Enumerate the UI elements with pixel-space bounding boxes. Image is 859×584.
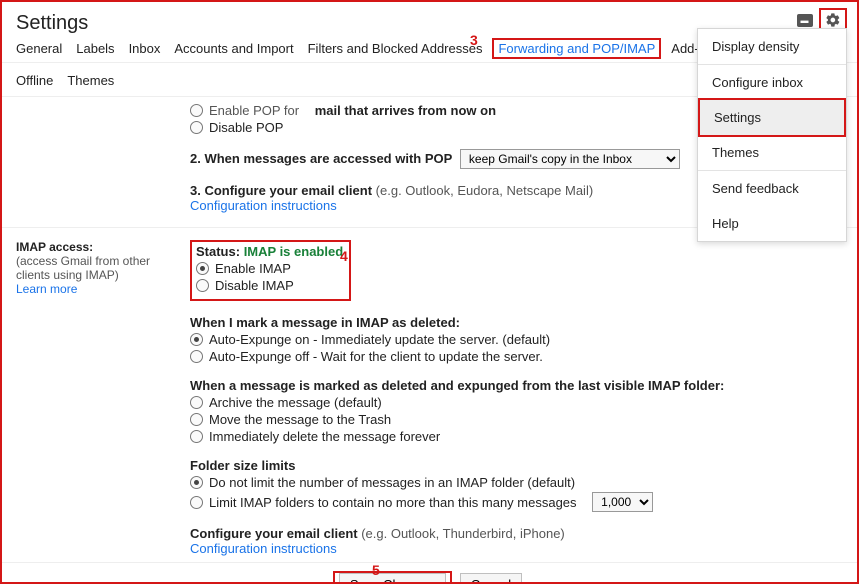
menu-display-density[interactable]: Display density — [698, 29, 846, 64]
tab-inbox[interactable]: Inbox — [129, 41, 161, 56]
menu-settings[interactable]: Settings — [700, 100, 844, 135]
label-limit-none: Do not limit the number of messages in a… — [209, 475, 575, 490]
imap-deleted-heading: When I mark a message in IMAP as deleted… — [190, 315, 843, 330]
imap-limits-heading: Folder size limits — [190, 458, 843, 473]
imap-learn-more[interactable]: Learn more — [16, 282, 77, 296]
radio-expunge-off[interactable] — [190, 350, 203, 363]
badge: ▬ — [797, 14, 814, 27]
label-exp-trash: Move the message to the Trash — [209, 412, 391, 427]
radio-enable-pop-new[interactable] — [190, 104, 203, 117]
tab-offline[interactable]: Offline — [16, 73, 53, 88]
menu-send-feedback[interactable]: Send feedback — [698, 171, 846, 206]
label-expunge-off: Auto-Expunge off - Wait for the client t… — [209, 349, 543, 364]
limit-count-select[interactable]: 1,000 — [592, 492, 653, 512]
label-limit-count: Limit IMAP folders to contain no more th… — [209, 495, 577, 510]
pop-step2-label: 2. When messages are accessed with POP — [190, 151, 452, 166]
imap-status-value: IMAP is enabled — [244, 244, 343, 259]
radio-disable-imap[interactable] — [196, 279, 209, 292]
footer: Save Changes Cancel — [2, 562, 857, 584]
imap-status-label: Status: — [196, 244, 240, 259]
tab-forwarding-pop-imap[interactable]: Forwarding and POP/IMAP — [492, 38, 661, 59]
radio-limit-none[interactable] — [190, 476, 203, 489]
menu-configure-inbox[interactable]: Configure inbox — [698, 65, 846, 100]
imap-side-sub: (access Gmail from other clients using I… — [16, 254, 178, 282]
radio-expunge-on[interactable] — [190, 333, 203, 346]
label-enable-pop-new-bold: mail that arrives from now on — [315, 103, 496, 118]
imap-side-title: IMAP access: — [16, 240, 178, 254]
tab-accounts[interactable]: Accounts and Import — [174, 41, 293, 56]
menu-help[interactable]: Help — [698, 206, 846, 241]
label-exp-delete: Immediately delete the message forever — [209, 429, 440, 444]
pop-access-select[interactable]: keep Gmail's copy in the Inbox — [460, 149, 680, 169]
label-expunge-on: Auto-Expunge on - Immediately update the… — [209, 332, 550, 347]
tab-general[interactable]: General — [16, 41, 62, 56]
radio-limit-count[interactable] — [190, 496, 203, 509]
imap-config-heading: Configure your email client — [190, 526, 358, 541]
settings-menu: Display density Configure inbox Settings… — [697, 28, 847, 242]
pop-step3-hint-text: (e.g. Outlook, Eudora, Netscape Mail) — [376, 183, 594, 198]
label-exp-archive: Archive the message (default) — [209, 395, 382, 410]
radio-enable-imap[interactable] — [196, 262, 209, 275]
radio-disable-pop[interactable] — [190, 121, 203, 134]
label-disable-imap: Disable IMAP — [215, 278, 294, 293]
radio-exp-archive[interactable] — [190, 396, 203, 409]
tab-themes[interactable]: Themes — [67, 73, 114, 88]
label-enable-imap: Enable IMAP — [215, 261, 291, 276]
pop-config-link[interactable]: Configuration instructions — [190, 198, 337, 213]
pop-step3-label: 3. Configure your email client — [190, 183, 372, 198]
tab-filters[interactable]: Filters and Blocked Addresses — [308, 41, 483, 56]
imap-config-link[interactable]: Configuration instructions — [190, 541, 337, 556]
cancel-button[interactable]: Cancel — [460, 573, 522, 584]
label-disable-pop: Disable POP — [209, 120, 283, 135]
imap-config-hint: (e.g. Outlook, Thunderbird, iPhone) — [361, 526, 565, 541]
imap-expunge-heading: When a message is marked as deleted and … — [190, 378, 843, 393]
menu-themes[interactable]: Themes — [698, 135, 846, 170]
radio-exp-delete[interactable] — [190, 430, 203, 443]
tab-labels[interactable]: Labels — [76, 41, 114, 56]
save-button[interactable]: Save Changes — [339, 573, 446, 584]
label-enable-pop-new: Enable POP for — [209, 103, 299, 118]
imap-status-block: Status: IMAP is enabled Enable IMAP Disa… — [190, 240, 351, 301]
radio-exp-trash[interactable] — [190, 413, 203, 426]
